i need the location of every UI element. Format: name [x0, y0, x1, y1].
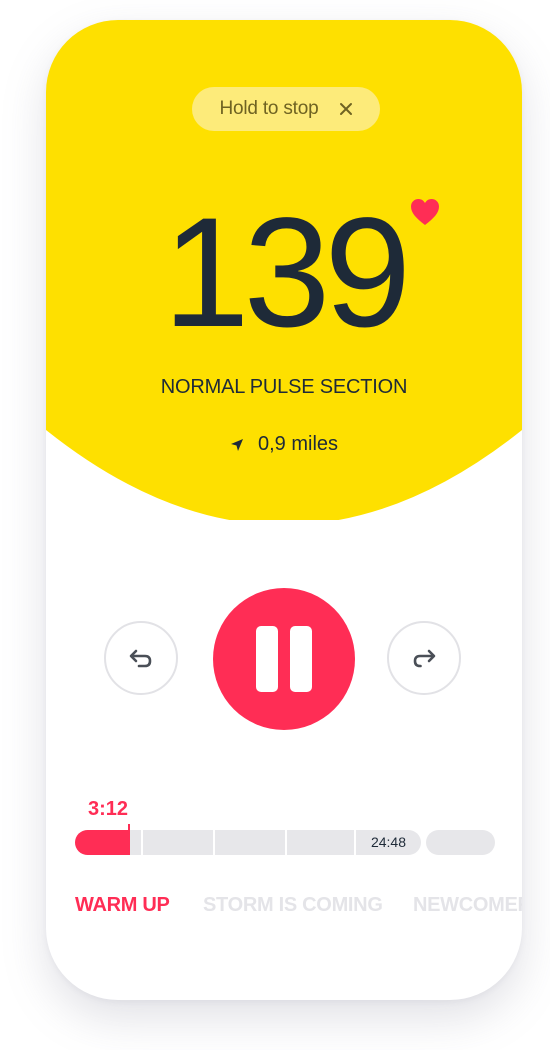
pause-icon-bar-left [256, 626, 278, 692]
pulse-section-label: NORMAL PULSE SECTION [160, 376, 408, 398]
total-time: 24:48 [370, 834, 407, 850]
close-icon [339, 103, 352, 115]
navigation-arrow-icon [230, 438, 243, 451]
hold-to-stop-button[interactable]: Hold to stop [192, 87, 380, 131]
heart-icon [411, 199, 439, 225]
tab-newcomer[interactable]: NEWCOMER [413, 894, 522, 917]
timeline-playhead[interactable] [128, 824, 130, 855]
pause-button[interactable] [213, 588, 355, 730]
tab-warm-up[interactable]: WARM UP [75, 894, 170, 917]
timeline-segment [215, 830, 285, 855]
distance-text: 0,9 miles [257, 433, 339, 455]
timeline-segment [287, 830, 354, 855]
workout-section-tabs: WARM UP STORM IS COMING NEWCOMER [75, 894, 522, 924]
undo-icon [129, 649, 152, 668]
phone-screen: Hold to stop 139 NORMAL PULSE SECTION 0,… [46, 20, 522, 1000]
timeline-segment [143, 830, 213, 855]
hold-to-stop-label: Hold to stop [219, 98, 319, 119]
timeline-segment [426, 830, 495, 855]
redo-icon [413, 649, 436, 668]
timeline-progress [75, 830, 129, 855]
tab-storm-is-coming[interactable]: STORM IS COMING [203, 894, 383, 917]
rewind-button[interactable] [104, 621, 178, 695]
pulse-value: 139 [162, 186, 411, 360]
distance-readout: 0,9 miles [46, 433, 522, 456]
workout-timeline[interactable]: 24:48 [75, 824, 495, 855]
elapsed-time: 3:12 [88, 798, 129, 820]
forward-button[interactable] [387, 621, 461, 695]
pause-icon-bar-right [290, 626, 312, 692]
